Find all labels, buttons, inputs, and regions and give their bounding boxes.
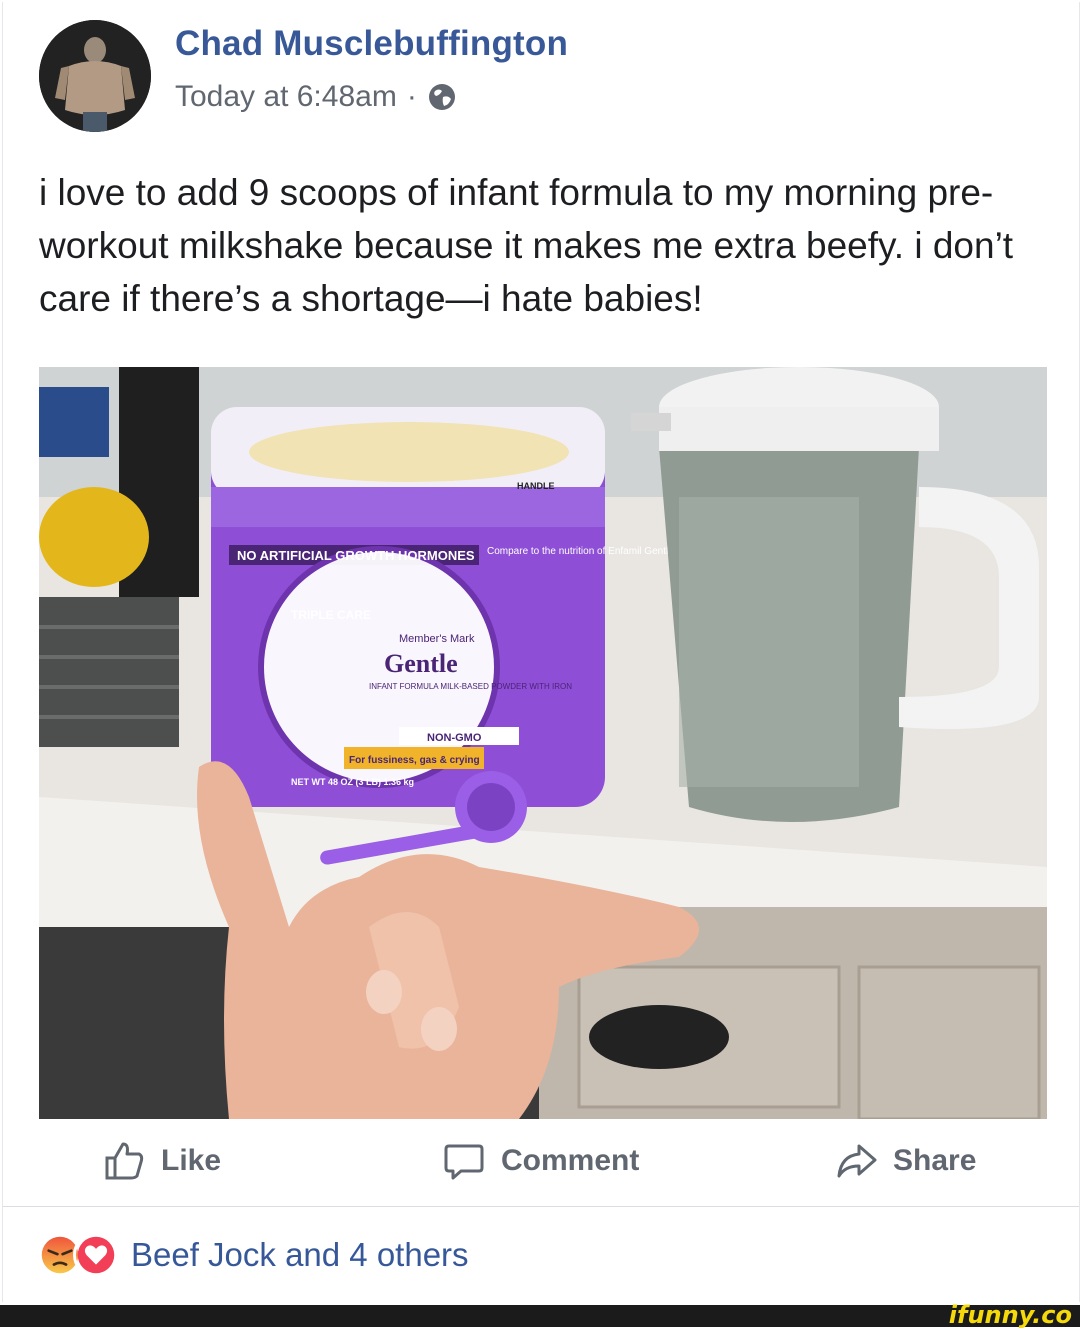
meta-separator: · xyxy=(406,80,417,113)
photo-brand-text: Member's Mark xyxy=(399,633,475,645)
photo-non-gmo-text: NON-GMO xyxy=(427,732,482,744)
post-text: i love to add 9 scoops of infant formula… xyxy=(39,172,1014,319)
author-name[interactable]: Chad Musclebuffington xyxy=(175,24,568,64)
love-icon xyxy=(73,1232,119,1278)
action-bar: Like Comment Share xyxy=(3,1132,1079,1192)
divider xyxy=(3,1206,1079,1207)
like-icon xyxy=(105,1142,144,1180)
globe-icon xyxy=(427,82,457,112)
like-label: Like xyxy=(161,1144,222,1177)
formula-tub-illustration xyxy=(211,407,605,807)
comment-button[interactable]: Comment xyxy=(443,1140,639,1182)
watermark-bar: ifunny.co xyxy=(0,1301,1080,1329)
share-button[interactable]: Share xyxy=(835,1140,976,1182)
post-card: Chad Musclebuffington Today at 6:48am · … xyxy=(2,2,1080,1302)
share-label: Share xyxy=(893,1144,977,1177)
comment-icon xyxy=(444,1144,484,1180)
photo-compare-text: Compare to the nutrition of Enfamil Gent… xyxy=(487,546,690,557)
photo-product-sub-text: INFANT FORMULA MILK-BASED POWDER WITH IR… xyxy=(369,682,572,691)
photo-handle-text: HANDLE xyxy=(517,481,555,491)
post-meta: Today at 6:48am · xyxy=(175,80,457,114)
reactions-summary[interactable]: Beef Jock and 4 others xyxy=(37,1232,469,1278)
photo-net-wt-text: NET WT 48 OZ (3 LB) 1.36 kg xyxy=(291,777,414,787)
avatar[interactable] xyxy=(39,20,151,132)
share-icon xyxy=(837,1144,877,1178)
photo-banner-text: NO ARTIFICIAL GROWTH HORMONES xyxy=(237,548,475,563)
photo-product-text: Gentle xyxy=(384,649,458,678)
like-button[interactable]: Like xyxy=(103,1140,221,1182)
photo-triple-care-text: TRIPLE CARE xyxy=(291,608,371,622)
comment-label: Comment xyxy=(501,1144,640,1177)
reactions-text: Beef Jock and 4 others xyxy=(131,1236,469,1273)
photo-fussiness-text: For fussiness, gas & crying xyxy=(349,755,480,766)
post-time[interactable]: Today at 6:48am xyxy=(175,80,397,114)
watermark-text: ifunny.co xyxy=(948,1301,1072,1329)
post-photo[interactable]: NO ARTIFICIAL GROWTH HORMONES Compare to… xyxy=(39,367,1047,1119)
